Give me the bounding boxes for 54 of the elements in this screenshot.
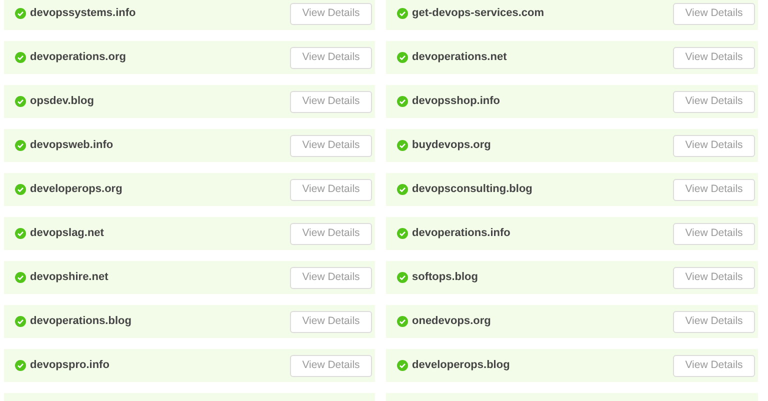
view-details-button[interactable]: View Details (673, 266, 755, 288)
domain-name: devopsweb.info (30, 138, 114, 154)
view-details-button[interactable]: View Details (290, 222, 372, 244)
view-details-button[interactable]: View Details (673, 90, 755, 112)
check-circle-icon (15, 8, 26, 19)
view-details-button[interactable]: View Details (290, 2, 372, 24)
view-details-button[interactable]: View Details (673, 222, 755, 244)
domain-name: devoperations.info (412, 226, 510, 242)
check-circle-icon (15, 228, 26, 239)
check-circle-icon (397, 140, 408, 151)
domain-name: developerops.org (30, 182, 122, 198)
domain-name: devopshire.net (30, 270, 108, 286)
check-circle-icon (15, 184, 26, 195)
check-circle-icon (15, 52, 26, 63)
view-details-button[interactable]: View Details (290, 90, 372, 112)
domain-name: softops.blog (412, 270, 478, 286)
view-details-button[interactable]: View Details (673, 134, 755, 156)
domain-name: devopssystems.info (30, 6, 136, 22)
check-circle-icon (397, 96, 408, 107)
check-circle-icon (397, 184, 408, 195)
check-circle-icon (397, 228, 408, 239)
check-circle-icon (397, 272, 408, 283)
check-circle-icon (15, 360, 26, 371)
view-details-button[interactable]: View Details (290, 266, 372, 288)
domain-name: opsdev.blog (30, 94, 94, 110)
view-details-button[interactable]: View Details (290, 178, 372, 200)
check-circle-icon (15, 316, 26, 327)
check-circle-icon (397, 8, 408, 19)
view-details-button[interactable]: View Details (290, 354, 372, 376)
check-circle-icon (15, 140, 26, 151)
domain-name: devoperations.net (412, 50, 507, 66)
view-details-button[interactable]: View Details (673, 310, 755, 332)
check-circle-icon (397, 360, 408, 371)
domain-name: buydevops.org (412, 138, 491, 154)
domain-name: developerops.blog (412, 358, 510, 374)
domain-name: devopspro.info (30, 358, 110, 374)
view-details-button[interactable]: View Details (673, 46, 755, 68)
check-circle-icon (397, 316, 408, 327)
view-details-button[interactable]: View Details (290, 134, 372, 156)
domain-name: devopsshop.info (412, 94, 500, 110)
domain-name: devopslag.net (30, 226, 104, 242)
view-details-button[interactable]: View Details (673, 354, 755, 376)
domain-name: onedevops.org (412, 314, 491, 330)
domain-name: devopsconsulting.blog (412, 182, 532, 198)
domain-name: get-devops-services.com (412, 6, 544, 22)
check-circle-icon (397, 52, 408, 63)
view-details-button[interactable]: View Details (673, 178, 755, 200)
domain-name: devoperations.org (30, 50, 126, 66)
view-details-button[interactable]: View Details (673, 2, 755, 24)
domain-name: devoperations.blog (30, 314, 132, 330)
check-circle-icon (15, 96, 26, 107)
view-details-button[interactable]: View Details (290, 310, 372, 332)
view-details-button[interactable]: View Details (290, 46, 372, 68)
check-circle-icon (15, 272, 26, 283)
